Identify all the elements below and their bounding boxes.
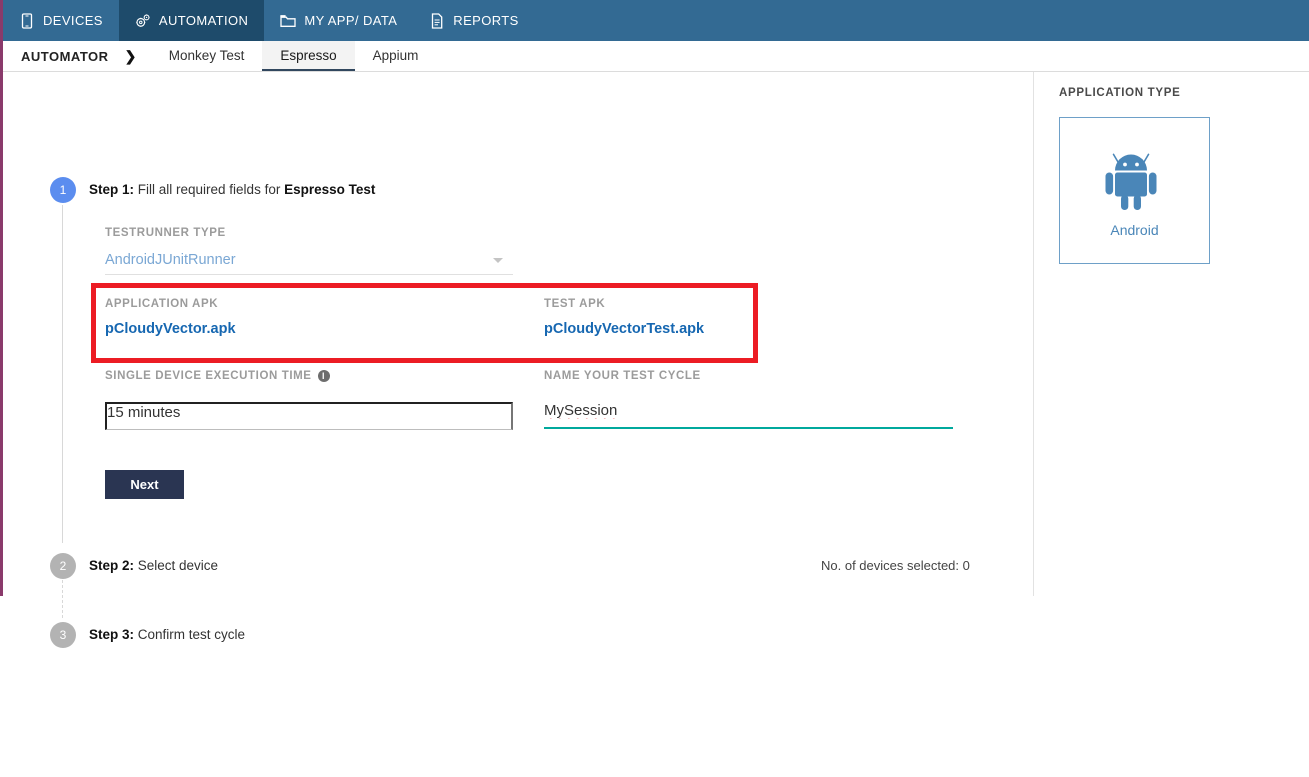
tab-label-appium: Appium (372, 47, 419, 63)
test-apk-label-text: TEST APK (544, 298, 606, 310)
test-cycle-label-text: NAME YOUR TEST CYCLE (544, 370, 701, 382)
next-button[interactable]: Next (105, 470, 184, 499)
application-type-sidebar: APPLICATION TYPE Android (1035, 72, 1309, 596)
chevron-down-icon (493, 257, 503, 263)
execution-time-input[interactable] (105, 402, 513, 430)
execution-time-label-text: SINGLE DEVICE EXECUTION TIME (105, 370, 312, 382)
page-root: DEVICES AUTOMATION MY APP/ DATA REPORTS … (0, 0, 1309, 777)
execution-time-label: SINGLE DEVICE EXECUTION TIME i (105, 370, 330, 382)
nav-item-devices[interactable]: DEVICES (3, 0, 119, 41)
application-type-title: APPLICATION TYPE (1059, 87, 1181, 99)
android-robot-icon (1102, 144, 1168, 216)
devices-selected-count: No. of devices selected: 0 (821, 558, 970, 573)
testrunner-type-select[interactable]: AndroidJUnitRunner (105, 252, 513, 275)
info-icon[interactable]: i (317, 370, 330, 382)
step-2-text: Select device (134, 558, 219, 573)
phone-icon (19, 12, 35, 29)
test-apk-value[interactable]: pCloudyVectorTest.apk (544, 321, 704, 337)
step-2-number: 2 (59, 559, 67, 573)
chevron-right-icon: ❯ (124, 48, 137, 64)
application-apk-value[interactable]: pCloudyVector.apk (105, 321, 236, 337)
test-cycle-label: NAME YOUR TEST CYCLE (544, 370, 701, 382)
application-type-card-label: Android (1110, 221, 1159, 238)
test-cycle-field (544, 402, 953, 429)
step-1-badge: 1 (50, 177, 76, 203)
nav-label-devices: DEVICES (43, 13, 103, 28)
nav-item-my-app-data[interactable]: MY APP/ DATA (264, 0, 413, 41)
tab-monkey-test[interactable]: Monkey Test (151, 41, 263, 71)
step-2-label: Step 2: Select device (89, 558, 218, 573)
tab-label-monkey-test: Monkey Test (168, 47, 245, 63)
step-2-prefix: Step 2: (89, 558, 135, 573)
application-apk-label-text: APPLICATION APK (105, 298, 219, 310)
top-navigation-bar: DEVICES AUTOMATION MY APP/ DATA REPORTS (3, 0, 1309, 41)
tab-label-espresso: Espresso (280, 47, 337, 63)
nav-item-reports[interactable]: REPORTS (413, 0, 534, 41)
step-3-number: 3 (59, 628, 67, 642)
step-1-number: 1 (59, 183, 67, 197)
breadcrumb: AUTOMATOR ❯ (3, 41, 151, 71)
step-3-prefix: Step 3: (89, 627, 135, 642)
application-apk-label: APPLICATION APK (105, 298, 218, 310)
step-3-badge: 3 (50, 622, 76, 648)
sub-tab-bar: AUTOMATOR ❯ Monkey Test Espresso Appium (3, 41, 1309, 72)
test-apk-label: TEST APK (544, 298, 605, 310)
nav-label-my-app-data: MY APP/ DATA (304, 13, 398, 28)
step-1-emphasis: Espresso Test (284, 182, 376, 197)
testrunner-type-value: AndroidJUnitRunner (105, 252, 236, 268)
step-3-label: Step 3: Confirm test cycle (89, 627, 245, 642)
application-type-card-android[interactable]: Android (1059, 117, 1210, 264)
tab-espresso[interactable]: Espresso (262, 41, 355, 71)
gears-icon (135, 13, 151, 29)
main-content-panel: 1 Step 1: Fill all required fields for E… (3, 72, 1034, 648)
step-2-badge: 2 (50, 553, 76, 579)
document-icon (429, 12, 445, 29)
breadcrumb-label: AUTOMATOR (21, 48, 109, 64)
step-3-text: Confirm test cycle (134, 627, 246, 642)
step-connector-1 (62, 205, 63, 543)
tab-appium[interactable]: Appium (355, 41, 437, 71)
step-1-prefix: Step 1: (89, 182, 135, 197)
nav-label-reports: REPORTS (453, 13, 519, 28)
folder-icon (280, 13, 296, 29)
testrunner-type-label: TESTRUNNER TYPE (105, 227, 226, 239)
testrunner-type-label-text: TESTRUNNER TYPE (105, 227, 226, 239)
step-connector-2 (62, 580, 63, 618)
nav-label-automation: AUTOMATION (158, 13, 249, 28)
nav-item-automation[interactable]: AUTOMATION (118, 0, 265, 41)
step-1-label: Step 1: Fill all required fields for Esp… (89, 182, 375, 197)
test-cycle-input[interactable] (544, 402, 953, 429)
step-1-text: Fill all required fields for (134, 182, 285, 197)
